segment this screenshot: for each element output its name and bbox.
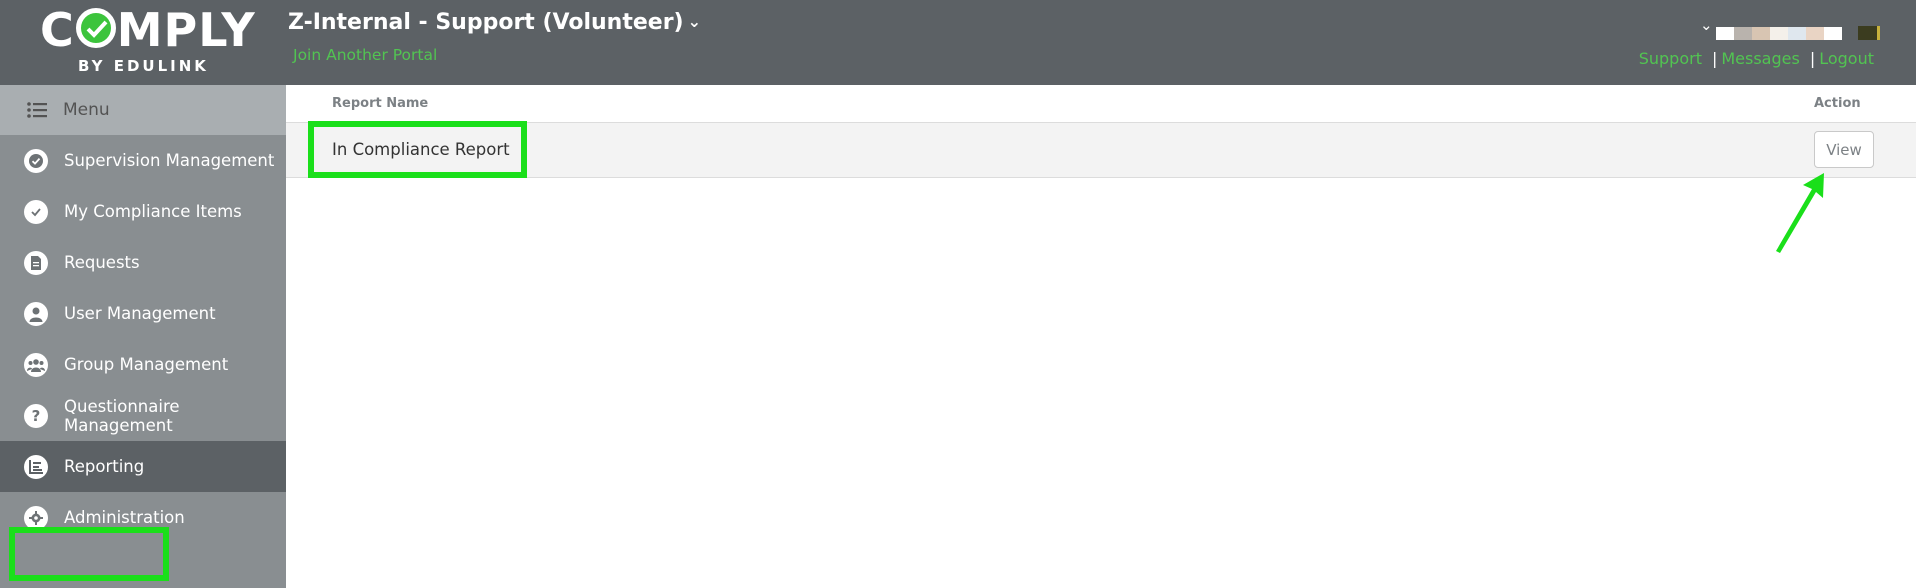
comply-logo[interactable]: C MPLY BY EDULINK	[0, 0, 286, 85]
group-icon	[24, 352, 48, 377]
sidebar-item-user-management[interactable]: User Management	[0, 288, 286, 339]
chevron-down-icon: ⌄	[687, 12, 701, 31]
sidebar-item-label: Group Management	[64, 355, 229, 374]
top-header: C MPLY BY EDULINK Z-Internal - Support (V…	[0, 0, 1916, 85]
highlight-box-reporting	[9, 527, 169, 581]
link-separator: |	[1711, 49, 1718, 68]
menu-toggle[interactable]: Menu	[0, 85, 286, 135]
table-header: Report Name Action	[286, 85, 1916, 123]
check-circle-logo-icon	[75, 8, 116, 48]
column-header-action: Action	[1814, 96, 1861, 111]
highlight-box-report-name	[308, 121, 527, 178]
sidebar-item-group-management[interactable]: Group Management	[0, 339, 286, 390]
view-button[interactable]: View	[1814, 131, 1874, 168]
portal-selector[interactable]: Z-Internal - Support (Volunteer) ⌄	[288, 10, 701, 35]
avatar[interactable]	[1858, 26, 1880, 40]
menu-label: Menu	[63, 100, 110, 120]
sidebar-item-requests[interactable]: Requests	[0, 237, 286, 288]
sidebar-item-reporting[interactable]: Reporting	[0, 441, 286, 492]
main-content: Report Name Action In Compliance Report …	[286, 85, 1916, 588]
top-links: Support | Messages | Logout	[1639, 49, 1874, 68]
document-icon	[24, 250, 48, 275]
support-link[interactable]: Support	[1639, 49, 1702, 68]
sidebar-item-label: Administration	[64, 508, 185, 527]
column-header-report-name[interactable]: Report Name	[332, 96, 428, 111]
check-icon	[24, 199, 48, 224]
sidebar-item-label: User Management	[64, 304, 216, 323]
gear-icon	[24, 505, 48, 530]
user-menu-chevron-icon[interactable]: ⌄	[1700, 16, 1713, 34]
report-icon	[24, 454, 48, 479]
sidebar-item-supervision-management[interactable]: Supervision Management	[0, 135, 286, 186]
table-row: In Compliance Report View	[286, 121, 1916, 178]
sidebar-item-my-compliance-items[interactable]: My Compliance Items	[0, 186, 286, 237]
menu-list-icon	[27, 102, 47, 118]
sidebar-item-label: Supervision Management	[64, 151, 275, 170]
sidebar-item-label: Questionnaire Management	[64, 396, 180, 435]
sidebar-item-label: Requests	[64, 253, 140, 272]
sidebar-item-questionnaire-management[interactable]: ? Questionnaire Management	[0, 390, 286, 441]
messages-link[interactable]: Messages	[1721, 49, 1799, 68]
link-separator: |	[1809, 49, 1816, 68]
sidebar-item-label: My Compliance Items	[64, 202, 242, 221]
logo-letter-c: C	[40, 3, 75, 57]
question-icon: ?	[24, 403, 48, 428]
check-circle-icon	[24, 148, 48, 173]
sidebar-item-label: Reporting	[64, 457, 145, 476]
annotation-arrow-icon	[1776, 173, 1824, 253]
portal-title: Z-Internal - Support (Volunteer)	[288, 10, 684, 35]
logo-subtitle: BY EDULINK	[78, 57, 209, 75]
logout-link[interactable]: Logout	[1819, 49, 1874, 68]
logo-letters-mply: MPLY	[116, 3, 256, 57]
join-another-portal-link[interactable]: Join Another Portal	[293, 46, 437, 64]
user-name-redacted[interactable]	[1716, 27, 1842, 40]
sidebar: Menu Supervision Management My Complianc…	[0, 85, 286, 588]
user-icon	[24, 301, 48, 326]
